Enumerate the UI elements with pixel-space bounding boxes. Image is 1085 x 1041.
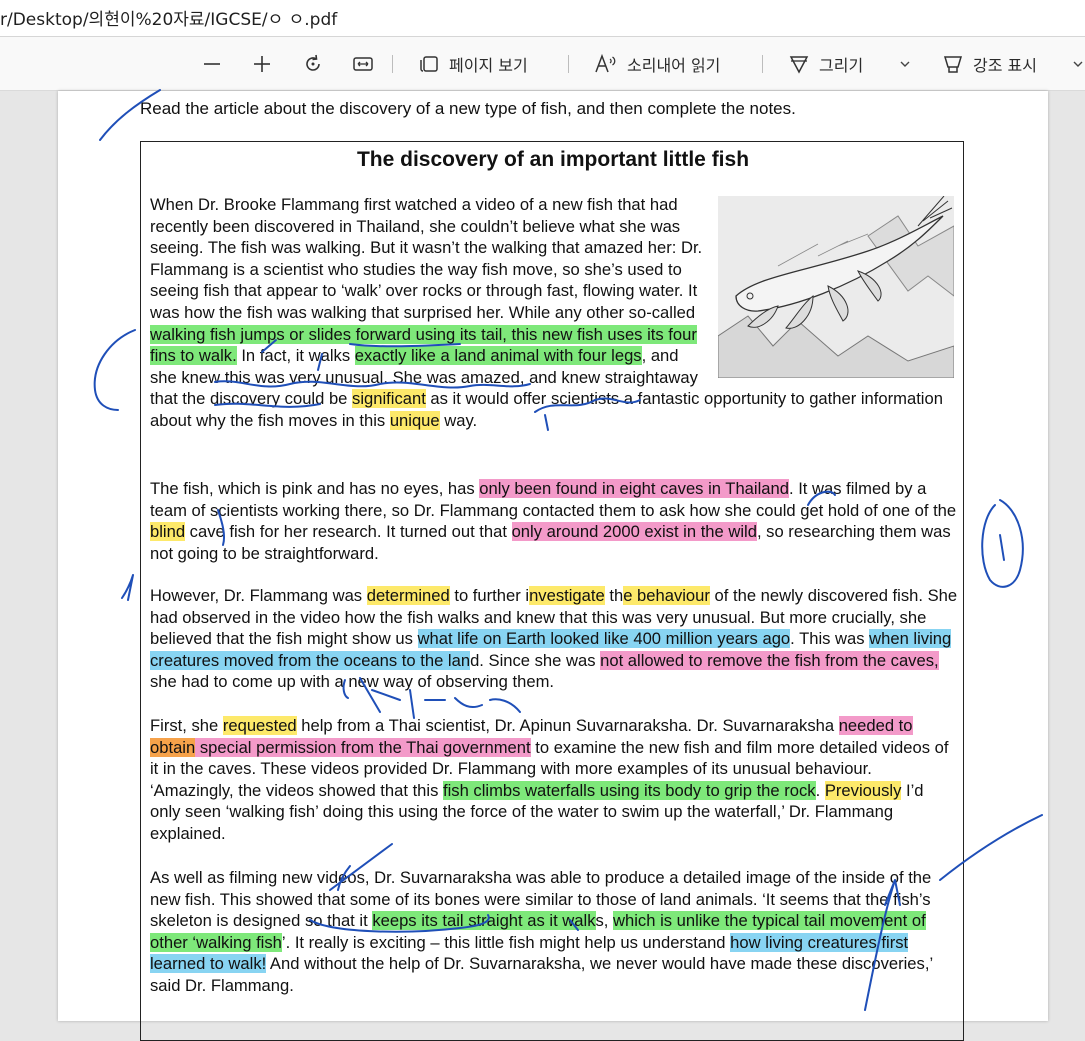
article-text-run: .	[815, 780, 825, 800]
article-paragraph-3: However, Dr. Flammang was determined to …	[150, 585, 958, 693]
article-text-run: However, Dr. Flammang was	[150, 586, 367, 605]
pdf-toolbar: 페이지 보기 소리내어 읽기 그리기 강조 표시	[0, 37, 1085, 91]
highlighted-text-pink: special permission from the Thai governm…	[195, 737, 531, 757]
article-paragraph-5: As well as filming new videos, Dr. Suvar…	[150, 867, 958, 997]
toolbar-separator	[392, 55, 393, 73]
instruction-text: Read the article about the discovery of …	[140, 99, 796, 118]
article-text-run: . This was	[790, 629, 870, 649]
highlighted-text-yellow: requested	[222, 716, 297, 735]
rotate-button[interactable]	[302, 37, 324, 90]
zoom-in-button[interactable]	[252, 37, 272, 90]
fit-width-icon	[353, 56, 373, 71]
fit-width-button[interactable]	[352, 37, 374, 90]
page-view-icon	[420, 55, 438, 72]
article-text-run: d. Since she was	[470, 650, 601, 670]
article-text-run: to further i	[449, 586, 530, 605]
minus-icon	[204, 62, 220, 65]
highlighted-text-yellow: determined	[366, 586, 450, 605]
page-view-label: 페이지 보기	[449, 55, 528, 75]
rotate-icon	[306, 54, 320, 71]
chevron-down-icon	[900, 61, 910, 67]
page-view-button[interactable]: 페이지 보기	[418, 37, 528, 90]
article-text-run: When Dr. Brooke Flammang first watched a…	[150, 195, 703, 322]
article-text-run: help from a Thai scientist, Dr. Apinun S…	[296, 716, 839, 735]
article-paragraph-4: First, she requested help from a Thai sc…	[150, 715, 958, 845]
article-box: The discovery of an important little fis…	[140, 141, 964, 1041]
highlighted-text-blue: what life on Earth looked like 400 milli…	[417, 629, 791, 649]
draw-options-dropdown[interactable]	[898, 37, 912, 90]
read-aloud-label: 소리내어 읽기	[627, 55, 721, 75]
highlighted-text-yellow: blind	[150, 522, 186, 542]
plus-icon	[254, 55, 270, 72]
article-text-run: And without the help of Dr. Suvarnaraksh…	[150, 954, 933, 995]
article-text-run: In fact, it walks	[236, 346, 355, 366]
article-text-run: cave fish for her research. It turned ou…	[185, 522, 512, 542]
highlighted-text-yellow: e behaviour	[623, 586, 710, 605]
file-path[interactable]: r/Desktop/의현이%20자료/IGCSE/ㅇ ㅇ.pdf	[0, 5, 337, 30]
highlight-options-dropdown[interactable]	[1072, 37, 1084, 90]
article-text-run: th	[604, 586, 624, 605]
draw-label: 그리기	[819, 55, 864, 75]
read-aloud-icon	[595, 53, 616, 72]
highlighted-text-yellow: Previously	[824, 780, 902, 800]
highlighted-text-green: exactly like a land animal with four leg…	[354, 346, 642, 366]
article-text-run: way.	[439, 410, 478, 430]
highlighter-icon	[943, 55, 963, 73]
address-bar[interactable]: r/Desktop/의현이%20자료/IGCSE/ㅇ ㅇ.pdf	[0, 0, 1085, 37]
article-text-run: she had to come up with a new way of obs…	[150, 672, 555, 692]
highlighted-text-pink: needed to	[838, 716, 913, 735]
draw-button[interactable]: 그리기	[788, 37, 863, 90]
article-text-run: ’. It really is exciting – this little f…	[281, 932, 731, 952]
article-paragraph-1: When Dr. Brooke Flammang first watched a…	[150, 194, 958, 432]
highlight-label: 강조 표시	[973, 55, 1037, 75]
toolbar-separator	[568, 55, 569, 73]
article-title: The discovery of an important little fis…	[356, 148, 750, 171]
highlighted-text-green: fish climbs waterfalls using its body to…	[443, 780, 816, 800]
article-paragraph-2: The fish, which is pink and has no eyes,…	[150, 478, 958, 564]
chevron-down-icon	[1073, 61, 1083, 67]
highlighted-text-pink: only been found in eight caves in Thaila…	[479, 479, 789, 498]
highlighted-text-yellow: unique	[389, 410, 440, 430]
toolbar-separator	[762, 55, 763, 73]
article-text-run: s,	[595, 911, 614, 931]
highlighted-text-orange: obtain	[150, 737, 196, 757]
highlighted-text-pink: only around 2000 exist in the wild	[511, 522, 757, 542]
draw-pen-icon	[789, 55, 809, 74]
figure-text-wrap-spacer	[706, 194, 958, 380]
highlighted-text-green: keeps its tail straight as it walk	[372, 911, 596, 931]
zoom-out-button[interactable]	[202, 37, 222, 90]
pdf-page[interactable]: Read the article about the discovery of …	[58, 91, 1048, 1041]
highlighted-text-yellow: nvestigate	[529, 586, 605, 605]
article-text-run: The fish, which is pink and has no eyes,…	[150, 479, 480, 498]
highlighted-text-yellow: significant	[352, 389, 426, 409]
highlight-button[interactable]: 강조 표시	[942, 37, 1037, 90]
highlighted-text-pink: not allowed to remove the fish from the …	[600, 650, 939, 670]
read-aloud-button[interactable]: 소리내어 읽기	[594, 37, 720, 90]
article-text-run: First, she	[150, 716, 223, 735]
